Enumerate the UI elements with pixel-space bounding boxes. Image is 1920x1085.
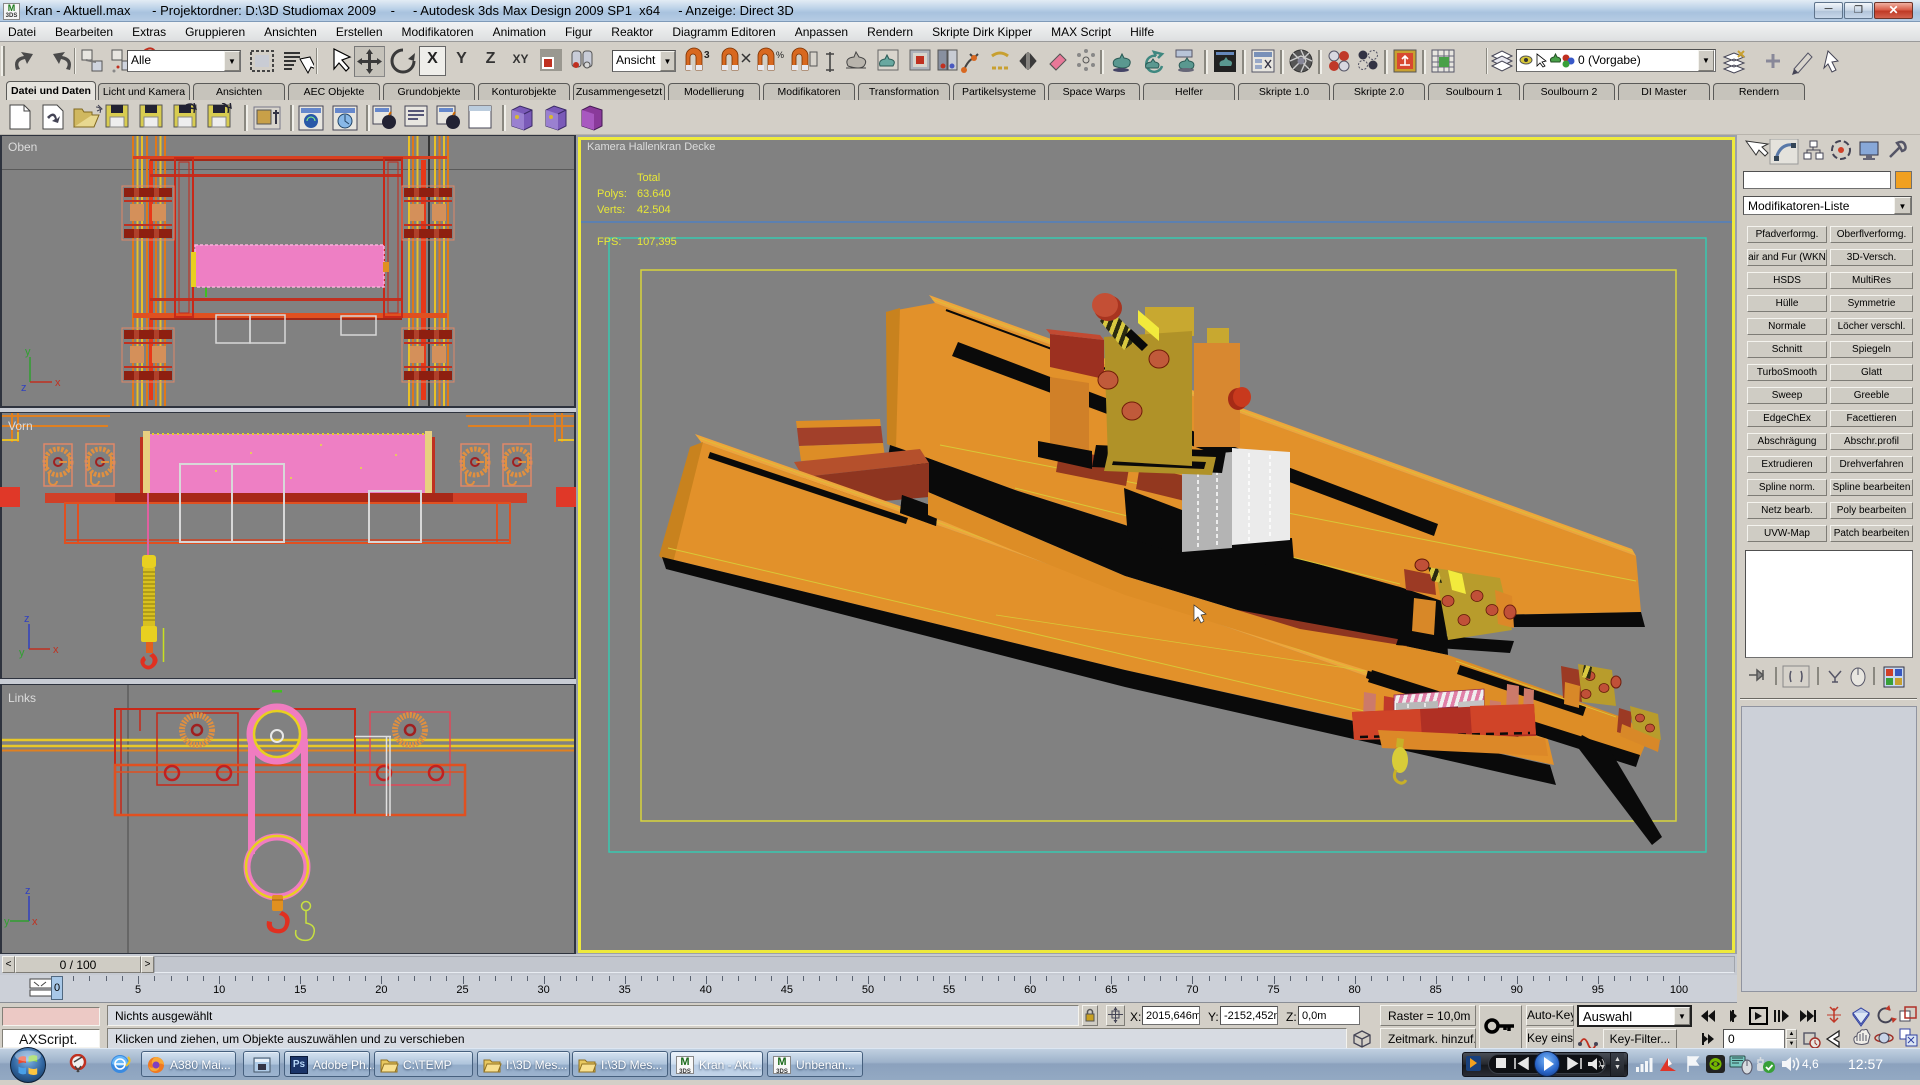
svg-text:63.640: 63.640 [637, 188, 671, 200]
svg-text:x: x [55, 377, 61, 389]
svg-text:Polys:: Polys: [597, 188, 627, 200]
svg-text:y: y [19, 647, 25, 659]
svg-text:y: y [4, 916, 10, 928]
svg-text:x: x [53, 644, 59, 656]
svg-text:107,395: 107,395 [637, 236, 677, 248]
svg-text:x: x [32, 916, 38, 928]
svg-text:z: z [24, 613, 30, 625]
svg-text:Kamera Hallenkran Decke: Kamera Hallenkran Decke [587, 141, 715, 153]
svg-text:42.504: 42.504 [637, 204, 671, 216]
svg-text:Verts:: Verts: [597, 204, 625, 216]
svg-text:FPS:: FPS: [597, 236, 621, 248]
svg-text:3: 3 [704, 50, 710, 61]
svg-text:Vorn: Vorn [8, 419, 33, 433]
svg-text:y: y [25, 346, 31, 358]
svg-text:Links: Links [8, 691, 36, 705]
svg-text:z: z [25, 885, 31, 897]
svg-text:z: z [21, 382, 27, 394]
svg-text:Oben: Oben [8, 140, 37, 154]
svg-text:Total: Total [637, 172, 660, 184]
svg-text:%: % [776, 50, 784, 60]
